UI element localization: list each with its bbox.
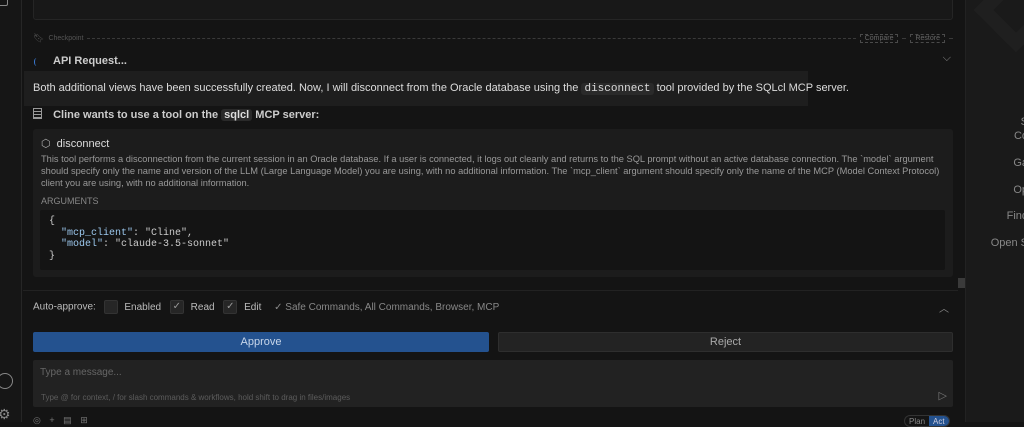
scrollbar-thumb[interactable] xyxy=(958,278,965,288)
checkpoint-label: Checkpoint xyxy=(48,34,84,42)
server-icon xyxy=(33,108,42,119)
settings-icon[interactable]: ⚙ xyxy=(0,406,11,423)
message-text: Both additional views have been successf… xyxy=(33,82,579,94)
plan-mode[interactable]: Plan xyxy=(905,416,929,426)
message-input[interactable]: Type a message... Type @ for context, / … xyxy=(33,360,953,407)
prompt-text: Cline wants to use a tool on the xyxy=(53,109,219,121)
bottom-toolbar: ◎ + ▤ ⊞ xyxy=(33,415,88,426)
welcome-item[interactable]: Op xyxy=(1013,184,1024,196)
server-name: sqlcl xyxy=(221,109,253,121)
welcome-item[interactable]: Open S xyxy=(991,237,1024,249)
send-icon[interactable]: ▷ xyxy=(939,389,947,402)
restore-button[interactable]: Restore xyxy=(910,33,945,43)
auto-approve-summary[interactable]: ✓ Safe Commands, All Commands, Browser, … xyxy=(274,302,499,313)
account-icon[interactable] xyxy=(0,373,13,389)
welcome-item[interactable]: S xyxy=(1021,116,1024,128)
enabled-label: Enabled xyxy=(124,301,162,313)
package-icon: ⬡ xyxy=(41,138,51,150)
api-request-row[interactable]: API Request... ⌵ xyxy=(33,52,953,68)
logo-shape xyxy=(973,0,1024,53)
read-checkbox[interactable]: ✓ xyxy=(169,300,184,314)
settings-icon[interactable]: ⊞ xyxy=(80,415,88,425)
reject-button[interactable]: Reject xyxy=(498,332,953,352)
input-hint: Type @ for context, / for slash commands… xyxy=(41,393,351,402)
server-icon[interactable]: ▤ xyxy=(63,415,72,425)
at-icon[interactable]: ◎ xyxy=(33,415,41,425)
tool-card: ⬡ disconnect This tool performs a discon… xyxy=(33,129,953,277)
spinner-icon xyxy=(34,58,39,66)
read-label: Read xyxy=(190,301,215,313)
approve-button[interactable]: Approve xyxy=(33,332,489,352)
edit-checkbox[interactable]: ✓ xyxy=(223,300,238,314)
previous-output-box xyxy=(33,0,953,20)
panel-icon[interactable] xyxy=(0,0,8,6)
divider xyxy=(23,290,958,291)
add-icon[interactable]: + xyxy=(49,415,54,425)
mode-toggle[interactable]: Plan Act xyxy=(904,415,950,427)
welcome-item[interactable]: Find xyxy=(1007,210,1024,222)
api-request-label: API Request... xyxy=(53,55,127,67)
arguments-code: { "mcp_client": "Cline", "model": "claud… xyxy=(40,210,945,270)
auto-approve-bar: Auto-approve: Enabled ✓ Read ✓ Edit ✓ Sa… xyxy=(33,300,953,316)
act-mode[interactable]: Act xyxy=(929,416,949,426)
compare-button[interactable]: Compare xyxy=(859,33,899,43)
prompt-text: MCP server: xyxy=(255,109,320,121)
edit-label: Edit xyxy=(244,301,262,313)
checkpoint-row: 🔖︎ Checkpoint Compare Restore xyxy=(33,32,953,44)
tool-name: disconnect xyxy=(56,138,110,150)
right-panel: S Co Ga Op Find Open S xyxy=(965,0,1024,422)
assistant-message: Both additional views have been successf… xyxy=(24,71,849,106)
activity-bar: ⚙ xyxy=(0,0,22,422)
enabled-checkbox[interactable] xyxy=(103,300,118,314)
auto-approve-label: Auto-approve: xyxy=(33,301,96,313)
inline-code: disconnect xyxy=(581,83,654,95)
tool-description: This tool performs a disconnection from … xyxy=(41,154,940,188)
arguments-label: ARGUMENTS xyxy=(41,196,99,206)
welcome-item[interactable]: Co xyxy=(1014,130,1024,142)
chevron-down-icon[interactable]: ⌵ xyxy=(943,52,951,65)
chevron-up-icon[interactable]: ︿ xyxy=(939,300,949,315)
input-placeholder: Type a message... xyxy=(40,367,122,378)
bookmark-icon: 🔖︎ xyxy=(33,32,45,43)
welcome-item[interactable]: Ga xyxy=(1013,157,1024,169)
message-text: tool provided by the SQLcl MCP server. xyxy=(656,82,849,94)
tool-prompt: Cline wants to use a tool on the sqlcl M… xyxy=(33,108,319,121)
